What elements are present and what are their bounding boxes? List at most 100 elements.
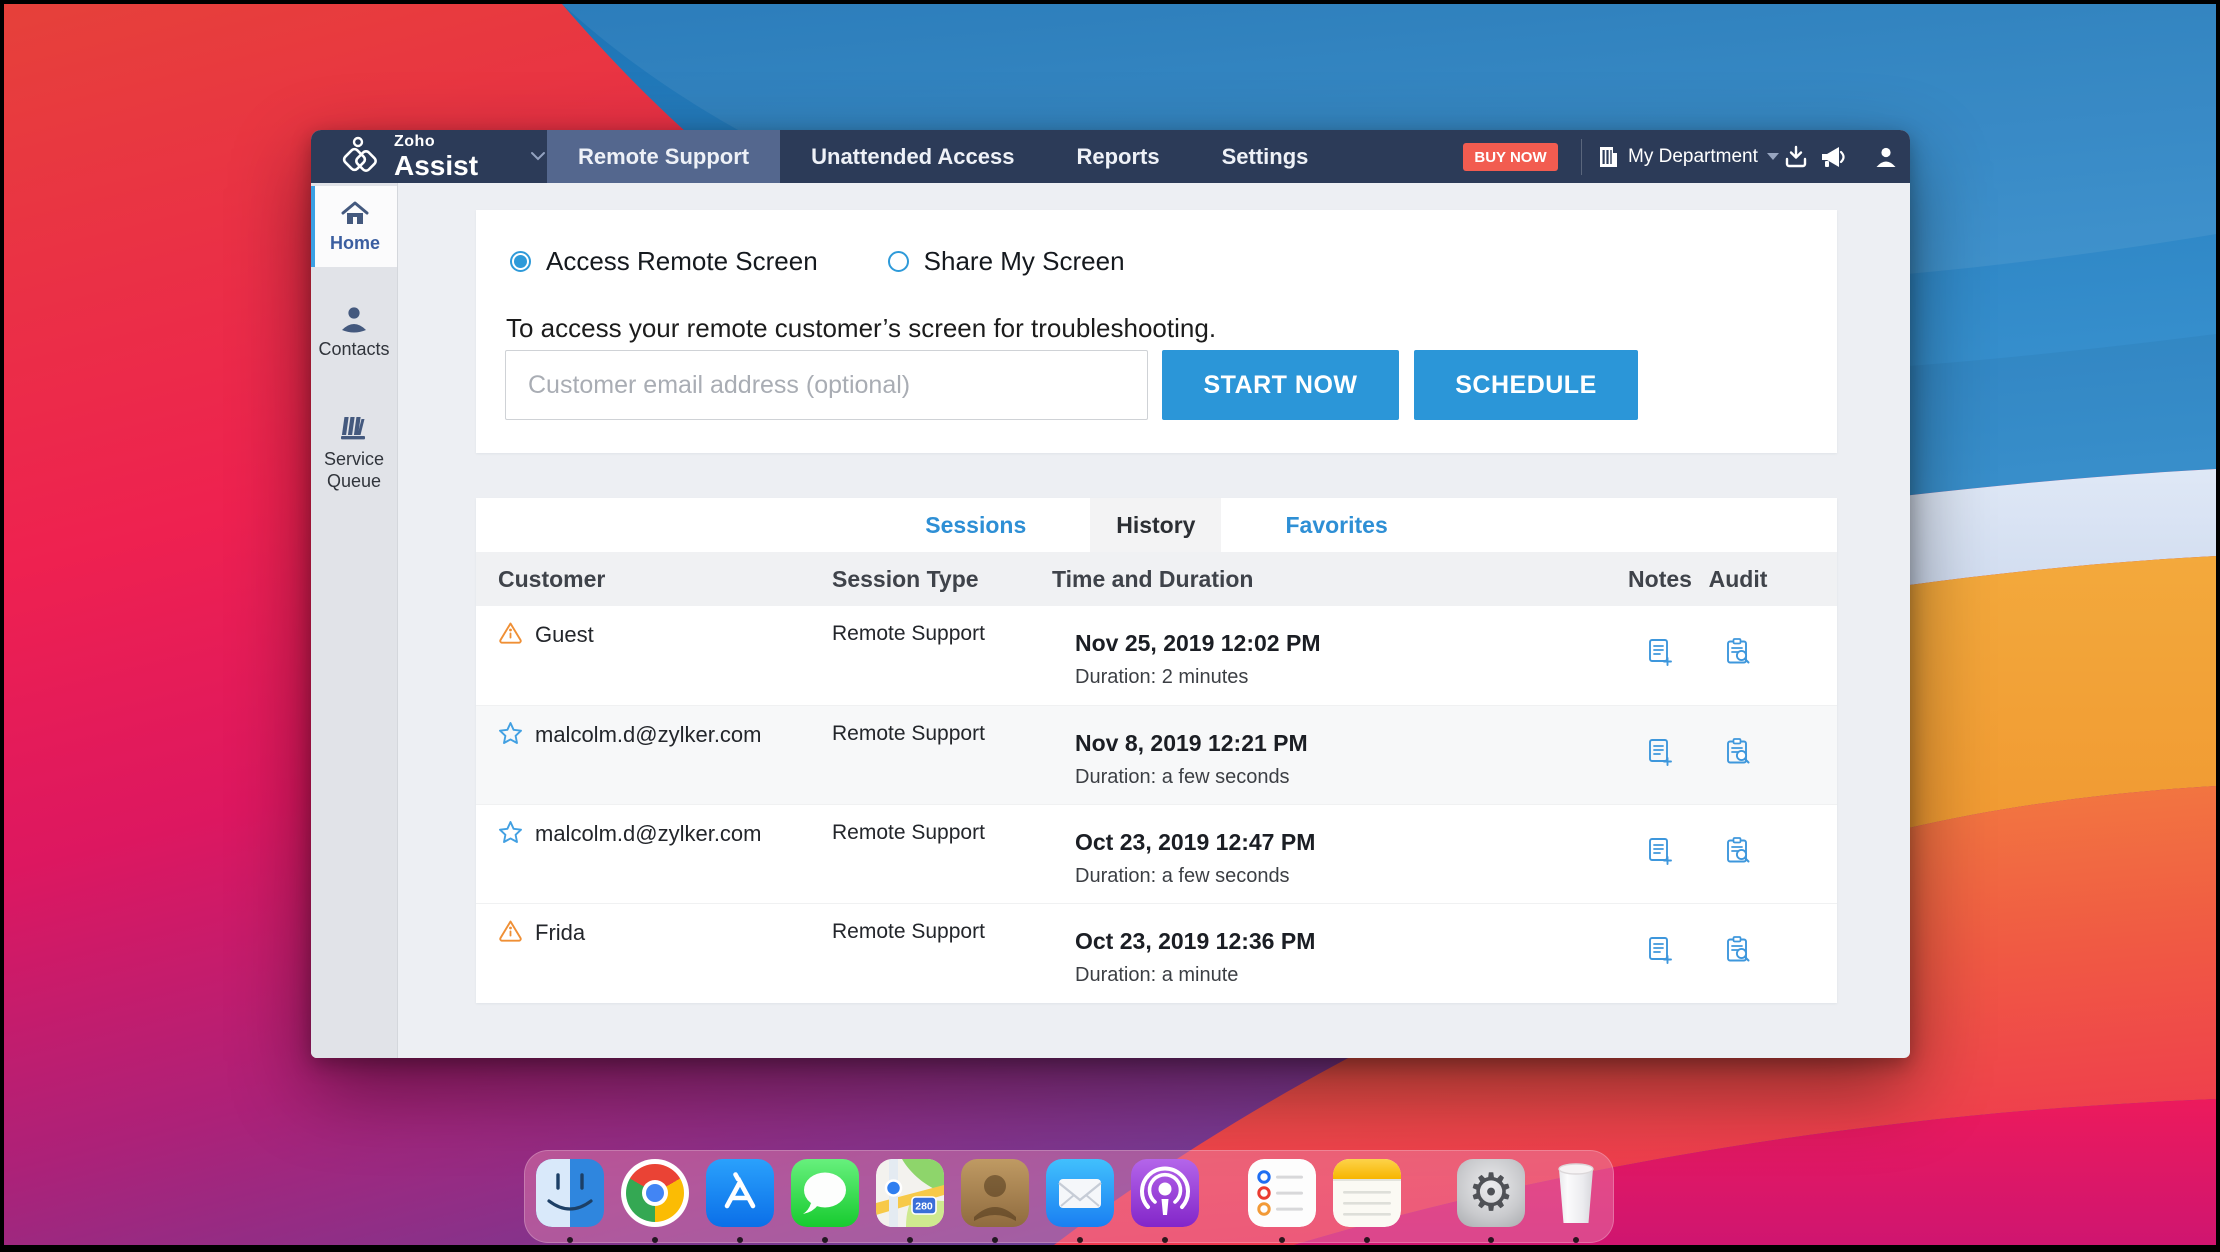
col-session-type: Session Type <box>832 565 979 592</box>
note-add-icon <box>1649 838 1672 865</box>
department-selector[interactable]: My Department <box>1597 130 1779 183</box>
schedule-button[interactable]: SCHEDULE <box>1414 350 1638 420</box>
radio-label: Share My Screen <box>923 246 1125 276</box>
session-mode-radios: Access Remote Screen Share My Screen <box>510 246 1171 277</box>
left-sidebar: Home Contacts Service Queue <box>311 183 398 1058</box>
logo-assist-text: Assist <box>394 149 479 181</box>
dock-app-reminders[interactable] <box>1248 1159 1316 1244</box>
running-indicator <box>1162 1237 1168 1243</box>
view-audit-button[interactable] <box>1699 805 1777 903</box>
download-icon[interactable] <box>1783 144 1809 170</box>
radio-share-my-screen[interactable]: Share My Screen <box>887 246 1125 277</box>
desktop: Zoho Assist Remote Support Unattended Ac… <box>4 4 2216 1245</box>
macos-dock: 280 ⚙ <box>524 1150 1614 1243</box>
dock-app-finder[interactable] <box>536 1159 604 1244</box>
dock-app-podcasts[interactable] <box>1131 1159 1199 1244</box>
view-audit-button[interactable] <box>1699 904 1777 1002</box>
add-note-button[interactable] <box>1621 904 1699 1002</box>
tab-settings[interactable]: Settings <box>1191 130 1340 183</box>
sidebar-item-service-queue[interactable]: Service Queue <box>311 399 397 505</box>
session-time: Oct 23, 2019 12:47 PM <box>1075 829 1316 855</box>
home-icon <box>341 201 369 224</box>
customer-name: Guest <box>535 622 594 647</box>
table-header: Customer Session Type Time and Duration … <box>476 552 1837 606</box>
tab-reports[interactable]: Reports <box>1046 130 1191 183</box>
session-type: Remote Support <box>832 920 985 943</box>
table-row: Frida Remote Support Oct 23, 2019 12:36 … <box>476 903 1837 1002</box>
navbar-divider <box>1581 139 1582 175</box>
history-tab-bar: Sessions History Favorites <box>476 498 1837 552</box>
warning-icon <box>499 920 522 942</box>
tab-unattended-access[interactable]: Unattended Access <box>780 130 1045 183</box>
navbar-tabs: Remote Support Unattended Access Reports… <box>547 130 1339 183</box>
audit-clipboard-icon <box>1726 638 1749 664</box>
running-indicator <box>652 1237 658 1243</box>
table-row: malcolm.d@zylker.com Remote Support Oct … <box>476 804 1837 903</box>
session-time: Nov 25, 2019 12:02 PM <box>1075 630 1321 656</box>
tab-favorites[interactable]: Favorites <box>1259 498 1413 552</box>
customer-name: Frida <box>535 920 586 945</box>
add-note-button[interactable] <box>1621 805 1699 903</box>
tab-remote-support[interactable]: Remote Support <box>547 130 781 183</box>
audit-clipboard-icon <box>1726 936 1749 962</box>
contacts-icon <box>961 1159 1029 1227</box>
add-note-button[interactable] <box>1621 606 1699 705</box>
sidebar-item-contacts[interactable]: Contacts <box>311 291 397 373</box>
dock-app-mail[interactable] <box>1046 1159 1114 1244</box>
table-row: Guest Remote Support Nov 25, 2019 12:02 … <box>476 606 1837 705</box>
dock-app-contacts[interactable] <box>961 1159 1029 1244</box>
col-notes: Notes <box>1628 565 1692 592</box>
customer-name: malcolm.d@zylker.com <box>535 722 762 747</box>
dock-app-messages[interactable] <box>791 1159 859 1244</box>
audit-clipboard-icon <box>1726 738 1749 764</box>
user-profile-icon[interactable] <box>1873 144 1899 170</box>
sidebar-item-label: Home <box>329 233 380 253</box>
start-now-button[interactable]: START NOW <box>1162 350 1399 420</box>
favorite-star-icon[interactable] <box>498 721 523 745</box>
dock-app-chrome[interactable] <box>621 1159 689 1244</box>
department-label: My Department <box>1628 145 1758 167</box>
note-add-icon <box>1649 937 1672 964</box>
radio-access-remote-screen[interactable]: Access Remote Screen <box>510 246 818 277</box>
notes-icon <box>1333 1159 1401 1227</box>
col-customer: Customer <box>498 565 606 592</box>
session-duration: Duration: a few seconds <box>1075 865 1290 887</box>
session-duration: Duration: a few seconds <box>1075 766 1290 788</box>
app-logo-text: Zoho Assist <box>394 133 479 181</box>
note-add-icon <box>1649 639 1672 666</box>
running-indicator <box>1364 1237 1370 1243</box>
tab-sessions[interactable]: Sessions <box>899 498 1052 552</box>
building-icon <box>1600 146 1617 167</box>
session-time: Nov 8, 2019 12:21 PM <box>1075 730 1308 756</box>
session-description: To access your remote customer’s screen … <box>506 313 1217 343</box>
view-audit-button[interactable] <box>1699 706 1777 804</box>
session-time: Oct 23, 2019 12:36 PM <box>1075 928 1316 954</box>
view-audit-button[interactable] <box>1699 606 1777 705</box>
dock-app-notes[interactable] <box>1333 1159 1401 1244</box>
table-body: Guest Remote Support Nov 25, 2019 12:02 … <box>476 606 1837 1002</box>
sidebar-item-label: Service Queue <box>323 448 385 491</box>
dock-app-system-preferences[interactable]: ⚙ <box>1457 1159 1525 1244</box>
finder-icon <box>536 1159 604 1227</box>
tab-history[interactable]: History <box>1090 498 1222 552</box>
favorite-star-icon[interactable] <box>498 820 523 844</box>
announcement-megaphone-icon[interactable] <box>1819 144 1849 170</box>
table-row: malcolm.d@zylker.com Remote Support Nov … <box>476 705 1837 804</box>
buy-now-button[interactable]: BUY NOW <box>1463 143 1558 171</box>
sidebar-item-home[interactable]: Home <box>311 186 397 267</box>
running-indicator <box>567 1237 573 1243</box>
customer-name: malcolm.d@zylker.com <box>535 821 762 846</box>
top-navbar: Zoho Assist Remote Support Unattended Ac… <box>311 130 1910 183</box>
session-type: Remote Support <box>832 821 985 844</box>
sessions-history-card: Sessions History Favorites Customer Sess… <box>476 498 1837 1003</box>
col-audit: Audit <box>1708 565 1768 592</box>
app-switcher-chevron-down-icon[interactable] <box>530 148 546 165</box>
maps-badge-text: 280 <box>915 1201 933 1213</box>
dock-app-app-store[interactable] <box>706 1159 774 1244</box>
reminders-icon <box>1248 1159 1316 1227</box>
customer-email-input[interactable] <box>505 350 1148 420</box>
add-note-button[interactable] <box>1621 706 1699 804</box>
dock-app-maps[interactable]: 280 <box>876 1159 944 1244</box>
dock-trash[interactable] <box>1542 1159 1610 1244</box>
radio-selected-icon <box>510 251 531 272</box>
